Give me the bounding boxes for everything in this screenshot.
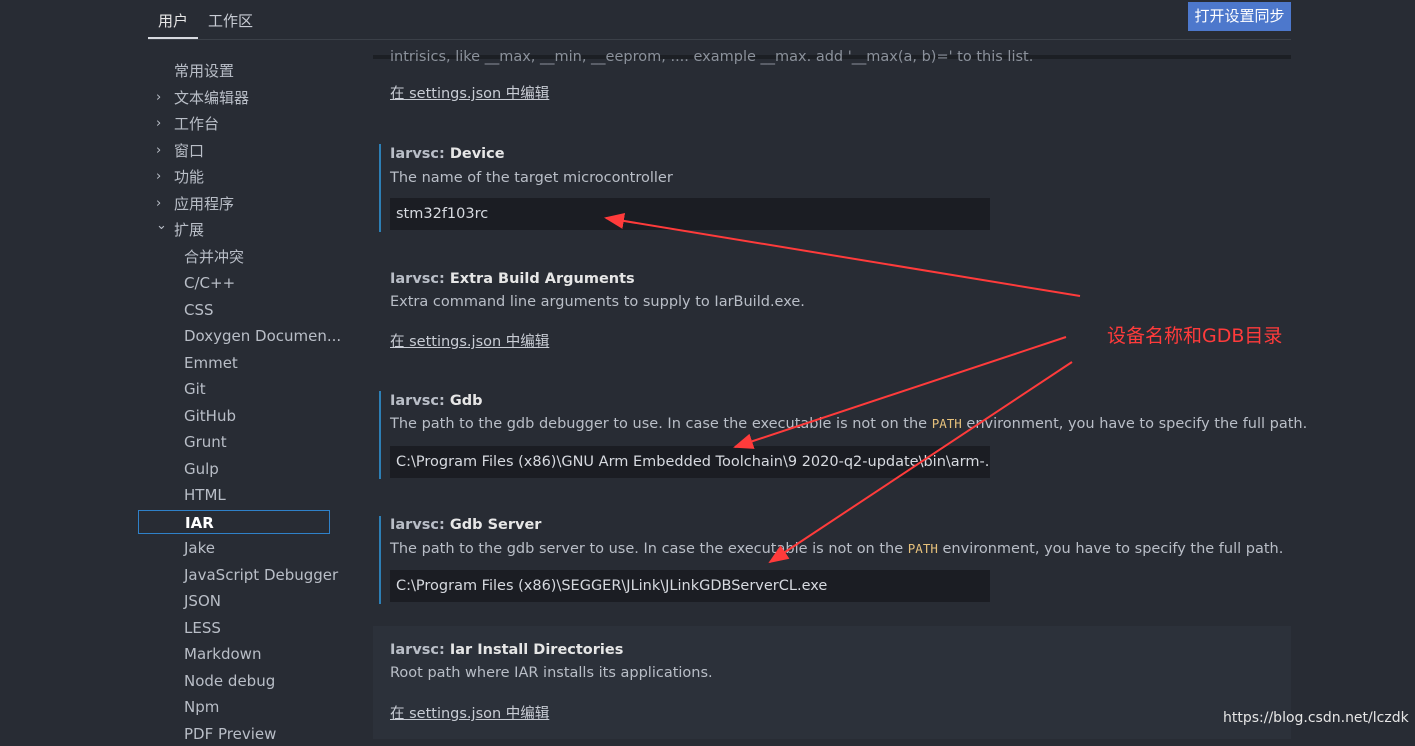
arrow-to-gdb bbox=[733, 336, 1067, 449]
annotation-text: 设备名称和GDB目录 bbox=[1107, 325, 1283, 347]
annotation-arrows bbox=[604, 213, 1081, 564]
arrow-to-gdb-server bbox=[768, 361, 1073, 564]
arrow-to-device bbox=[604, 213, 1081, 297]
watermark: https://blog.csdn.net/lczdk bbox=[1223, 710, 1409, 726]
